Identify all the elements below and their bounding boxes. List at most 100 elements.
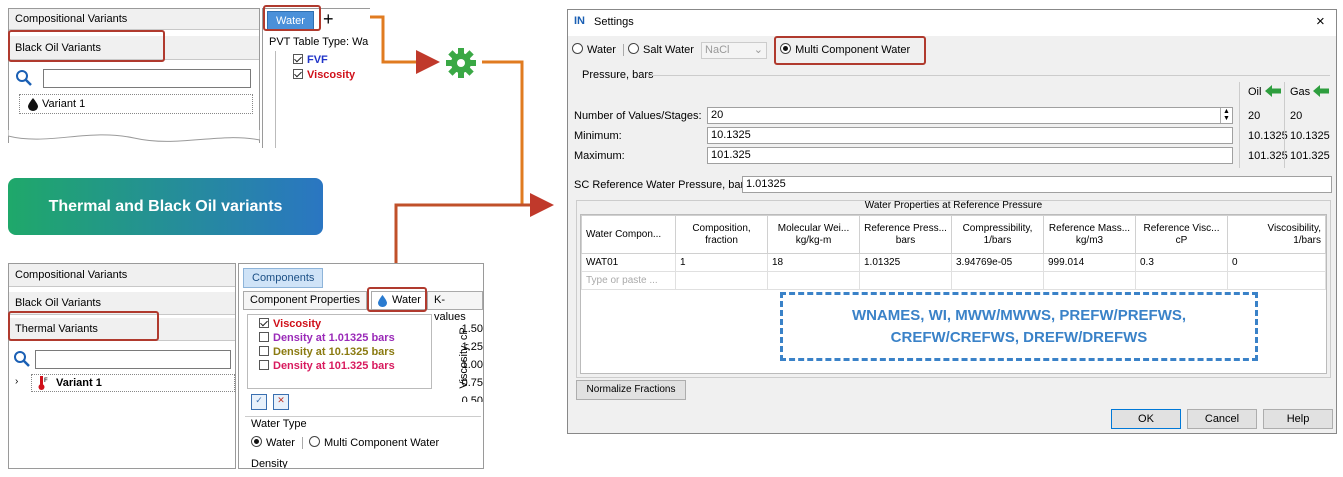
gear-icon bbox=[446, 48, 476, 78]
copy-from-gas-icon[interactable] bbox=[1313, 85, 1330, 97]
table-cell[interactable]: 18 bbox=[767, 253, 860, 272]
col-header[interactable]: Compressibility, 1/bars bbox=[951, 215, 1044, 254]
top-left-variants-panel: Compositional Variants Black Oil Variant… bbox=[8, 8, 260, 143]
radio-multi-label: Multi Component Water bbox=[324, 437, 440, 449]
tab-components[interactable]: Components bbox=[243, 268, 324, 288]
tick-5: 0.50 bbox=[461, 395, 483, 402]
table-row: WAT01 1 18 1.01325 3.94769e-05 999.014 0… bbox=[581, 253, 1326, 272]
salt-select-value: NaCl bbox=[705, 43, 730, 56]
radio-water-type-multi[interactable]: Multi Component Water bbox=[302, 436, 440, 449]
check-fvf[interactable]: FVF bbox=[293, 54, 328, 66]
density-1-label: Density at 1.01325 bars bbox=[273, 332, 395, 344]
check-viscosity[interactable]: Viscosity bbox=[293, 69, 355, 81]
spinner-icon[interactable]: ▲ ▼ bbox=[1220, 108, 1232, 123]
sc-pressure-input[interactable]: 1.01325 bbox=[742, 176, 1332, 193]
check-density-1[interactable]: Density at 1.01325 bars bbox=[259, 332, 395, 344]
max-label: Maximum: bbox=[574, 150, 625, 162]
compositional-variants-item[interactable]: Compositional Variants bbox=[9, 9, 259, 30]
search-input-2[interactable] bbox=[35, 350, 231, 369]
uncheck-all-icon[interactable]: ✕ bbox=[273, 394, 289, 410]
fvf-label: FVF bbox=[307, 54, 328, 66]
pvt-table-type-label: PVT Table Type: Wa bbox=[269, 36, 369, 48]
table-cell[interactable]: 0.3 bbox=[1135, 253, 1228, 272]
table-title: Water Properties at Reference Pressure bbox=[864, 200, 1043, 211]
black-oil-highlight bbox=[8, 30, 165, 62]
table-cell[interactable]: 1 bbox=[675, 253, 768, 272]
keywords-line-2: CREFW/CREFWS, DREFW/DREFWS bbox=[890, 329, 1148, 346]
min-input[interactable]: 10.1325 bbox=[707, 127, 1233, 144]
viscosity-label: Viscosity bbox=[307, 69, 356, 81]
tab-k-values[interactable]: K-values bbox=[427, 291, 483, 323]
col-header[interactable]: Molecular Wei... kg/kg-m bbox=[767, 215, 860, 254]
water-type-title: Water Type bbox=[251, 418, 307, 430]
oil-text: Oil bbox=[1248, 86, 1262, 98]
salt-select[interactable]: NaCl ⌄ bbox=[701, 41, 768, 59]
oil-min: 10.1325 bbox=[1248, 130, 1288, 142]
oil-num: 20 bbox=[1248, 110, 1261, 122]
variant-label: Variant 1 bbox=[42, 98, 86, 110]
water-properties-table: Water Compon... Composition, fraction Mo… bbox=[581, 215, 1326, 290]
torn-edge bbox=[8, 130, 260, 142]
density-label: Density bbox=[251, 458, 288, 469]
density-2-label: Density at 10.1325 bars bbox=[273, 346, 395, 358]
oil-max: 101.325 bbox=[1248, 150, 1288, 162]
viscosity-label-2: Viscosity bbox=[273, 318, 322, 330]
help-button[interactable]: Help bbox=[1263, 409, 1333, 429]
table-cell[interactable]: 999.014 bbox=[1043, 253, 1136, 272]
bottom-left-variants-panel: Compositional Variants Black Oil Variant… bbox=[8, 263, 236, 469]
max-input[interactable]: 101.325 bbox=[707, 147, 1233, 164]
search-icon[interactable] bbox=[15, 69, 33, 87]
variant-item-2[interactable]: F Variant 1 bbox=[31, 374, 235, 392]
col-header[interactable]: Reference Visc... cP bbox=[1135, 215, 1228, 254]
ok-button[interactable]: OK bbox=[1111, 409, 1181, 429]
check-density-3[interactable]: Density at 101.325 bars bbox=[259, 360, 395, 372]
table-cell[interactable]: WAT01 bbox=[581, 253, 676, 272]
table-cell[interactable]: 0 bbox=[1227, 253, 1326, 272]
app-logo-icon: IN bbox=[574, 15, 585, 27]
col-header[interactable]: Reference Press... bars bbox=[859, 215, 952, 254]
copy-from-oil-icon[interactable] bbox=[1264, 85, 1281, 97]
check-viscosity-2[interactable]: Viscosity bbox=[259, 318, 321, 330]
gas-max: 101.325 bbox=[1290, 150, 1330, 162]
oil-label: Oil bbox=[1248, 85, 1281, 99]
check-density-2[interactable]: Density at 10.1325 bars bbox=[259, 346, 395, 358]
density-3-label: Density at 101.325 bars bbox=[273, 360, 395, 372]
num-values-input[interactable]: 20 ▲ ▼ bbox=[707, 107, 1233, 124]
placeholder-cell[interactable]: Type or paste ... bbox=[581, 271, 676, 290]
search-icon-2[interactable] bbox=[13, 350, 31, 368]
col-header[interactable]: Viscosibility, 1/bars bbox=[1227, 215, 1326, 254]
radio-salt-water[interactable]: Salt Water bbox=[623, 43, 694, 56]
variant-label-2: Variant 1 bbox=[56, 377, 102, 389]
radio-water-type-water[interactable]: Water bbox=[251, 436, 295, 449]
normalize-fractions-button[interactable]: Normalize Fractions bbox=[576, 380, 686, 400]
radio-water[interactable]: Water bbox=[572, 43, 616, 56]
radio-water-label: Water bbox=[266, 437, 295, 449]
variant-item[interactable]: Variant 1 bbox=[19, 94, 253, 114]
close-icon[interactable]: × bbox=[1316, 13, 1325, 30]
compositional-variants-item-2[interactable]: Compositional Variants bbox=[9, 264, 235, 287]
table-cell[interactable]: 3.94769e-05 bbox=[951, 253, 1044, 272]
col-header[interactable]: Reference Mass... kg/m3 bbox=[1043, 215, 1136, 254]
gas-num: 20 bbox=[1290, 110, 1303, 122]
radio-water-text: Water bbox=[587, 44, 616, 56]
check-all-icon[interactable]: ✓ bbox=[251, 394, 267, 410]
keywords-callout: WNAMES, WI, MWW/MWWS, PREFW/PREFWS, CREF… bbox=[780, 292, 1258, 361]
sc-pressure-label: SC Reference Water Pressure, bars bbox=[574, 179, 750, 191]
expand-chevron-icon[interactable]: › bbox=[15, 376, 18, 387]
svg-text:F: F bbox=[44, 378, 48, 384]
thermal-variants-highlight bbox=[8, 311, 159, 341]
gas-label: Gas bbox=[1290, 85, 1330, 99]
dialog-title: Settings bbox=[594, 16, 634, 28]
table-cell[interactable]: 1.01325 bbox=[859, 253, 952, 272]
col-header[interactable]: Composition, fraction bbox=[675, 215, 768, 254]
tab-component-properties[interactable]: Component Properties bbox=[243, 291, 368, 310]
col-header[interactable]: Water Compon... bbox=[581, 215, 676, 254]
add-tab-button[interactable]: + bbox=[323, 9, 334, 29]
search-input[interactable] bbox=[43, 69, 251, 88]
cancel-button[interactable]: Cancel bbox=[1187, 409, 1257, 429]
water-subtab-highlight bbox=[367, 287, 427, 312]
thermometer-icon: F bbox=[38, 376, 48, 390]
oil-drop-icon bbox=[28, 98, 38, 111]
placeholder-row[interactable]: Type or paste ... bbox=[581, 271, 1326, 290]
multi-component-highlight bbox=[774, 36, 926, 65]
